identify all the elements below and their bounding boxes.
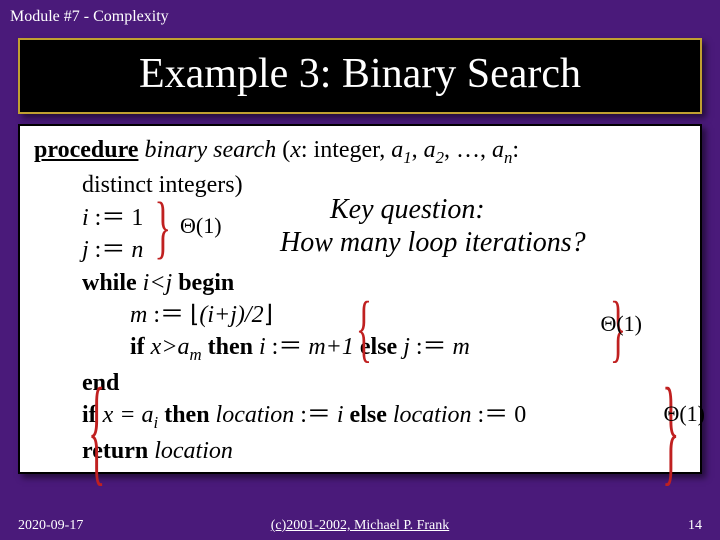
kw-else2: else — [344, 402, 393, 428]
cond-ij: i<j — [137, 270, 179, 296]
sig-open: ( — [276, 137, 290, 163]
var-j2: j — [403, 334, 410, 360]
loc2: location — [393, 402, 472, 428]
loc1: location — [216, 402, 295, 428]
kw-procedure: procedure — [34, 137, 138, 163]
kw-if1: if — [130, 334, 145, 360]
brace-icon: { — [88, 361, 105, 499]
ij2: (i+j)/2 — [199, 302, 263, 328]
slide-title: Example 3: Binary Search — [18, 38, 702, 114]
assign6: :＝ — [294, 402, 337, 428]
proc-line10: return location — [34, 435, 686, 467]
sig-mid: : integer, — [301, 137, 391, 163]
theta-annot-2: Θ(1) — [600, 311, 642, 337]
assign1: :＝ — [89, 205, 132, 231]
loc3: location — [154, 438, 233, 464]
var-m2: m — [453, 334, 470, 360]
cond-xam: x>a — [145, 334, 190, 360]
brace-icon: { — [356, 286, 372, 372]
kw-then1: then — [202, 334, 259, 360]
how-many: How many loop iterations? — [280, 227, 586, 259]
var-i: i — [82, 205, 89, 231]
proc-name: binary search — [138, 137, 276, 163]
brace-icon: } — [662, 361, 679, 499]
key-question: Key question: — [330, 194, 485, 226]
var-m: m — [130, 302, 147, 328]
theta-annot-3: Θ(1) — [663, 401, 705, 427]
theta-annot-1: Θ(1) — [180, 213, 222, 239]
assign2: :＝ — [89, 237, 132, 263]
assign3: :＝ — [147, 302, 190, 328]
floor-close: ⌋ — [264, 302, 273, 328]
footer-copyright: (c)2001-2002, Michael P. Frank — [271, 518, 449, 534]
var-j: j — [82, 237, 89, 263]
assign4: :＝ — [266, 334, 309, 360]
module-header: Module #7 - Complexity — [0, 0, 720, 30]
kw-then2: then — [158, 402, 215, 428]
var-a2: a — [424, 137, 436, 163]
sub-m: m — [190, 345, 202, 364]
floor-open: ⌊ — [190, 302, 199, 328]
var-an: a — [492, 137, 504, 163]
footer-page: 14 — [688, 518, 702, 534]
footer: 2020-09-17 (c)2001-2002, Michael P. Fran… — [0, 518, 720, 534]
kw-while: while — [82, 270, 137, 296]
val-1: 1 — [131, 205, 143, 231]
assign7: :＝ — [472, 402, 515, 428]
zero: 0 — [514, 402, 526, 428]
sig-close: : — [512, 137, 519, 163]
dots: , …, — [444, 137, 492, 163]
sub-2: 2 — [436, 148, 444, 167]
sub-1: 1 — [403, 148, 411, 167]
var-i3: i — [337, 402, 344, 428]
kw-begin: begin — [178, 270, 234, 296]
proc-line9: if x = ai then location :＝ i else locati… — [34, 399, 686, 434]
sep1: , — [412, 137, 424, 163]
var-x: x — [290, 137, 301, 163]
var-a1: a — [391, 137, 403, 163]
val-n: n — [131, 237, 143, 263]
brace-icon: } — [154, 188, 171, 268]
proc-line1: procedure binary search (x: integer, a1,… — [34, 134, 686, 169]
content: procedure binary search (x: integer, a1,… — [18, 124, 702, 474]
mplus1: m+1 — [308, 334, 354, 360]
footer-date: 2020-09-17 — [18, 518, 83, 534]
assign5: :＝ — [410, 334, 453, 360]
var-i2: i — [259, 334, 266, 360]
